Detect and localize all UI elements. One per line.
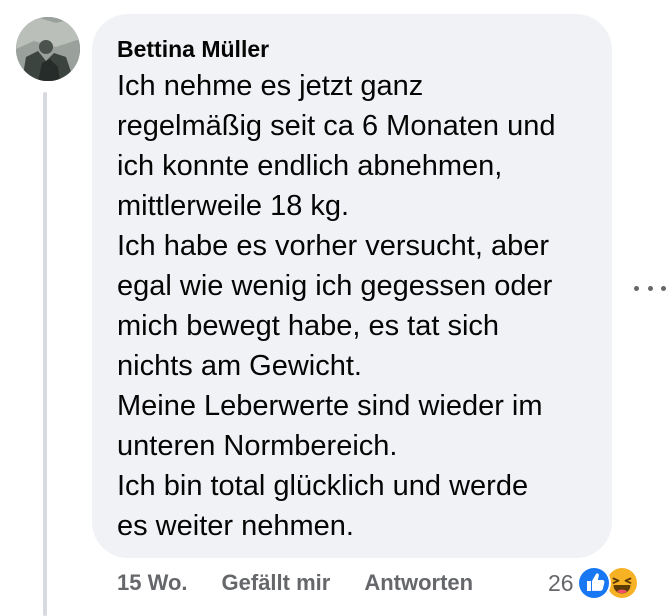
ellipsis-icon xyxy=(634,285,639,291)
comment-author[interactable]: Bettina Müller xyxy=(117,34,588,64)
comment-actions: 15 Wo. Gefällt mir Antworten xyxy=(117,567,507,599)
reaction-count: 26 xyxy=(548,569,574,596)
avatar[interactable] xyxy=(16,17,80,81)
reply-button[interactable]: Antworten xyxy=(364,570,473,596)
reactions-summary[interactable]: 26 xyxy=(548,564,643,602)
thread-line xyxy=(43,92,47,616)
like-icon xyxy=(576,566,611,600)
comment-text: Ich nehme es jetzt ganz regelmäßig seit … xyxy=(117,70,556,542)
ellipsis-icon xyxy=(661,285,666,291)
more-options-button[interactable] xyxy=(634,282,666,294)
reaction-icons xyxy=(576,564,643,602)
like-button[interactable]: Gefällt mir xyxy=(222,570,331,596)
ellipsis-icon xyxy=(647,285,653,291)
comment-thread: Bettina Müller Ich nehme es jetzt ganz r… xyxy=(0,0,672,616)
comment-timestamp[interactable]: 15 Wo. xyxy=(117,570,188,596)
comment-bubble: Bettina Müller Ich nehme es jetzt ganz r… xyxy=(92,14,612,558)
